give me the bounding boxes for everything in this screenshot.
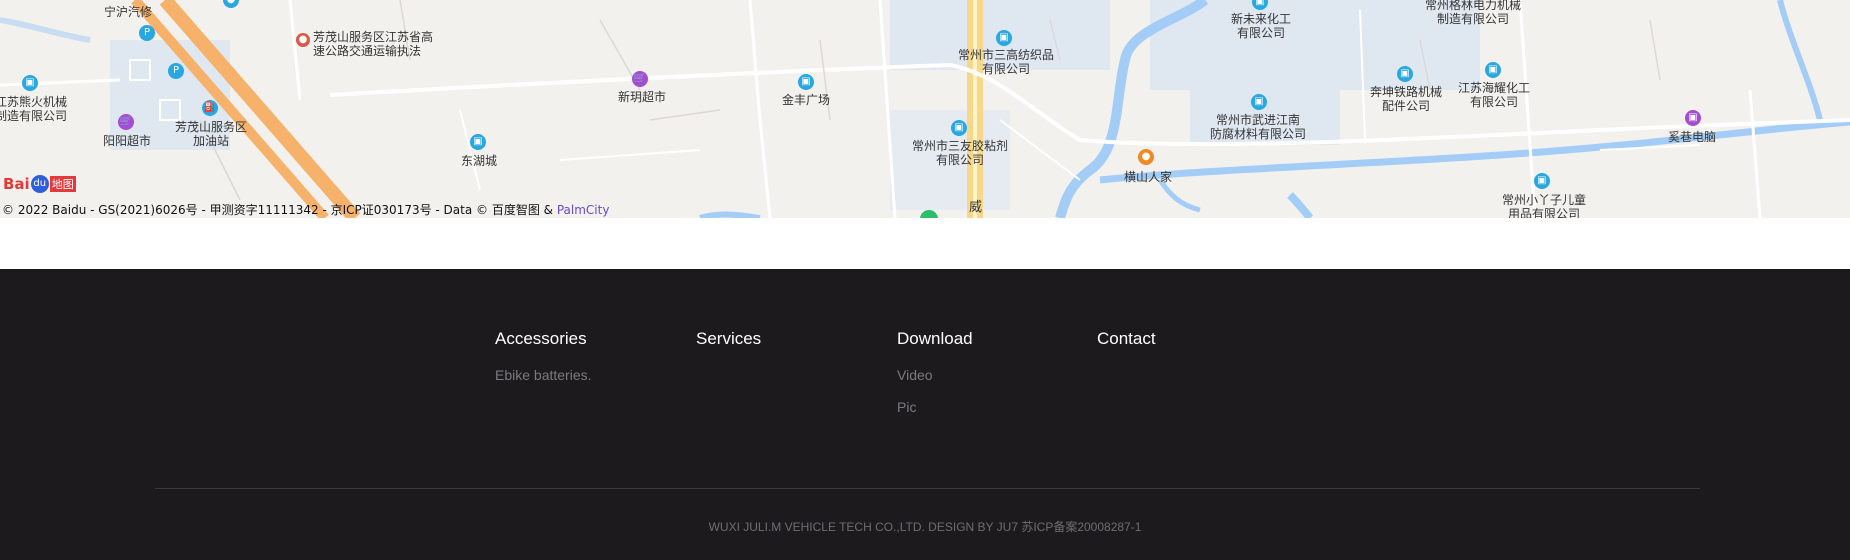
road [748, 0, 772, 218]
footer-column-title[interactable]: Services [696, 329, 761, 349]
logo-text: 地图 [49, 176, 76, 192]
map-view[interactable]: P P ● 宁沪汽修 ● 芳茂山服务区江苏省高 速公路交通运输执法 ▣ 江苏熊火… [0, 0, 1850, 218]
poi-label[interactable]: 常州市三友胶粘剂 有限公司 [912, 139, 1008, 167]
restaurant-icon[interactable]: ● [1138, 149, 1154, 165]
footer-copyright: WUXI JULI.M VEHICLE TECH CO.,LTD. DESIGN… [708, 520, 1142, 534]
road [459, 109, 481, 191]
river [1777, 0, 1823, 121]
road [559, 149, 701, 161]
footer-column-services: Services [696, 329, 761, 367]
footer-link-pic[interactable]: Pic [897, 399, 973, 415]
poi-label[interactable]: 奔坤铁路机械 配件公司 [1370, 85, 1442, 113]
company-icon[interactable]: ▣ [951, 120, 967, 136]
footer-column-title[interactable]: Contact [1097, 329, 1156, 349]
footer-column-title[interactable]: Accessories [495, 329, 592, 349]
poi-label[interactable]: 常州小丫子儿童 用品有限公司 [1502, 193, 1586, 218]
footer-column-contact: Contact [1097, 329, 1156, 367]
poi-label[interactable]: 常州格林电力机械 制造有限公司 [1425, 0, 1521, 26]
road [288, 0, 302, 101]
map-copyright: © 2022 Baidu - GS(2021)6026号 - 甲测资字11111… [2, 201, 609, 218]
poi-label[interactable]: 奚巷电脑 [1668, 130, 1716, 144]
road [329, 62, 1850, 147]
paw-icon: du [30, 175, 49, 193]
gas-station-icon[interactable]: ⛽ [202, 100, 218, 116]
road [1518, 0, 1537, 218]
map-canvas[interactable] [0, 0, 1850, 218]
company-icon[interactable]: ▣ [996, 30, 1012, 46]
building-icon[interactable]: ▣ [470, 134, 486, 150]
footer-link-ebike-batteries[interactable]: Ebike batteries. [495, 367, 592, 383]
footer-divider [155, 488, 1700, 489]
poi-label[interactable]: 江苏海耀化工 有限公司 [1458, 81, 1530, 109]
footer-column-accessories: Accessories Ebike batteries. [495, 329, 592, 399]
river [1157, 178, 1201, 213]
shop-icon[interactable]: ▣ [1685, 110, 1701, 126]
poi-label[interactable]: 宁沪汽修 [104, 5, 152, 19]
main-road-center [973, 0, 977, 218]
copyright-text: © 2022 Baidu - GS(2021)6026号 - 甲测资字11111… [2, 203, 557, 217]
poi-label[interactable]: 常州市武进江南 防腐材料有限公司 [1210, 113, 1306, 141]
green-poi-icon[interactable] [920, 210, 938, 218]
company-icon[interactable]: ▣ [1251, 94, 1267, 110]
company-icon[interactable]: ▣ [22, 75, 38, 91]
poi-label[interactable]: 新玥超市 [618, 90, 666, 104]
poi-label[interactable]: 芳茂山服务区江苏省高 速公路交通运输执法 [313, 30, 433, 58]
parking-icon[interactable]: P [168, 63, 184, 79]
company-icon[interactable]: ▣ [1485, 62, 1501, 78]
road [0, 78, 121, 87]
company-icon[interactable]: ▣ [1534, 173, 1550, 189]
road [1748, 89, 1762, 218]
police-icon[interactable]: ● [296, 33, 310, 47]
river [0, 17, 91, 43]
poi-label[interactable]: 横山人家 [1124, 170, 1172, 184]
poi-label[interactable]: 金丰广场 [782, 93, 830, 107]
footer-column-download: Download Video Pic [897, 329, 973, 431]
poi-label[interactable]: 江苏熊火机械 制造有限公司 [0, 95, 67, 123]
poi-label[interactable]: 阳阳超市 [103, 134, 151, 148]
logo-text: Bai [3, 175, 30, 193]
poi-label[interactable]: 东湖城 [461, 154, 497, 168]
supermarket-icon[interactable]: 🛒 [632, 71, 648, 87]
baidu-logo[interactable]: Bai du 地图 [3, 172, 76, 196]
footer: Accessories Ebike batteries. Services Do… [0, 269, 1850, 560]
poi-label[interactable]: 常州市三高纺织品 有限公司 [958, 48, 1054, 76]
parking-icon[interactable]: P [139, 25, 155, 41]
company-icon[interactable]: ▣ [1397, 66, 1413, 82]
poi-label[interactable]: 新未来化工 有限公司 [1231, 12, 1291, 40]
footer-column-title[interactable]: Download [897, 329, 973, 349]
building-icon[interactable]: ▣ [798, 74, 814, 90]
road-label: 威 [969, 200, 983, 215]
footer-link-video[interactable]: Video [897, 367, 973, 383]
palmcity-link[interactable]: PalmCity [557, 203, 610, 217]
river [1287, 192, 1314, 218]
spacer [0, 218, 1850, 269]
road [999, 119, 1081, 181]
supermarket-icon[interactable]: 🛒 [118, 114, 134, 130]
poi-label[interactable]: 芳茂山服务区 加油站 [175, 120, 247, 148]
